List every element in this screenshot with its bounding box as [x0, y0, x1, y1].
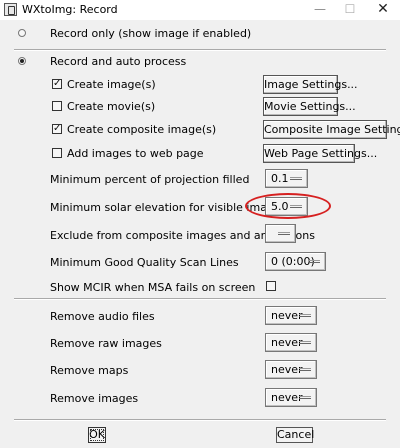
window-title: WXtoImg: Record [22, 3, 118, 16]
remove-audio-select[interactable]: never [265, 306, 317, 325]
show-mcir-checkbox[interactable] [266, 281, 276, 291]
remove-images-select[interactable]: never [265, 388, 317, 407]
option-indicator-icon [290, 177, 302, 180]
title-bar: WXtoImg: Record — ☐ ✕ [0, 0, 400, 20]
option-indicator-icon [299, 341, 311, 344]
option-indicator-icon [299, 396, 311, 399]
create-movies-checkbox[interactable] [52, 101, 62, 111]
min-scan-lines-label: Minimum Good Quality Scan Lines [50, 256, 239, 269]
create-movies-label: Create movie(s) [67, 100, 156, 113]
create-images-label: Create image(s) [67, 78, 156, 91]
remove-raw-select[interactable]: never [265, 333, 317, 352]
create-composite-checkbox[interactable]: ✓ [52, 124, 62, 134]
option-indicator-icon [299, 368, 311, 371]
remove-maps-value: never [271, 363, 303, 376]
remove-audio-label: Remove audio files [50, 310, 155, 323]
composite-image-settings-button[interactable]: Composite Image Settings... [263, 120, 400, 139]
highlight-ellipse [245, 193, 331, 219]
movie-settings-button[interactable]: Movie Settings... [263, 97, 356, 116]
option-indicator-icon [308, 260, 320, 263]
ok-button[interactable]: OK [88, 427, 106, 443]
add-web-checkbox[interactable] [52, 148, 62, 158]
create-composite-label: Create composite image(s) [67, 123, 217, 136]
show-mcir-label: Show MCIR when MSA fails on screen [50, 281, 256, 294]
min-scan-lines-select[interactable]: 0 (0:00) [265, 252, 326, 271]
add-web-label: Add images to web page [67, 147, 204, 160]
remove-maps-label: Remove maps [50, 364, 129, 377]
web-page-settings-button[interactable]: Web Page Settings... [263, 144, 377, 163]
divider [14, 49, 386, 51]
image-settings-button[interactable]: Image Settings... [263, 75, 358, 94]
close-button[interactable]: ✕ [368, 0, 398, 20]
divider [14, 298, 386, 300]
record-only-label: Record only (show image if enabled) [50, 27, 252, 40]
record-auto-label: Record and auto process [50, 55, 187, 68]
app-icon [4, 3, 17, 16]
remove-maps-select[interactable]: never [265, 360, 317, 379]
option-indicator-icon [299, 314, 311, 317]
remove-raw-value: never [271, 336, 303, 349]
create-images-checkbox[interactable]: ✓ [52, 79, 62, 89]
remove-images-value: never [271, 391, 303, 404]
exclude-composite-select[interactable] [265, 224, 296, 243]
divider [14, 419, 386, 421]
radio-record-auto[interactable] [18, 57, 26, 65]
maximize-button[interactable]: ☐ [335, 0, 365, 20]
min-projection-label: Minimum percent of projection filled [50, 173, 250, 186]
min-projection-select[interactable]: 0.1 [265, 169, 308, 188]
option-indicator-icon [278, 232, 290, 235]
cancel-button[interactable]: Cancel [276, 427, 314, 443]
remove-raw-label: Remove raw images [50, 337, 162, 350]
radio-record-only[interactable] [18, 29, 26, 37]
remove-audio-value: never [271, 309, 303, 322]
remove-images-label: Remove images [50, 392, 139, 405]
minimize-button[interactable]: — [305, 0, 335, 20]
min-projection-value: 0.1 [271, 172, 289, 185]
